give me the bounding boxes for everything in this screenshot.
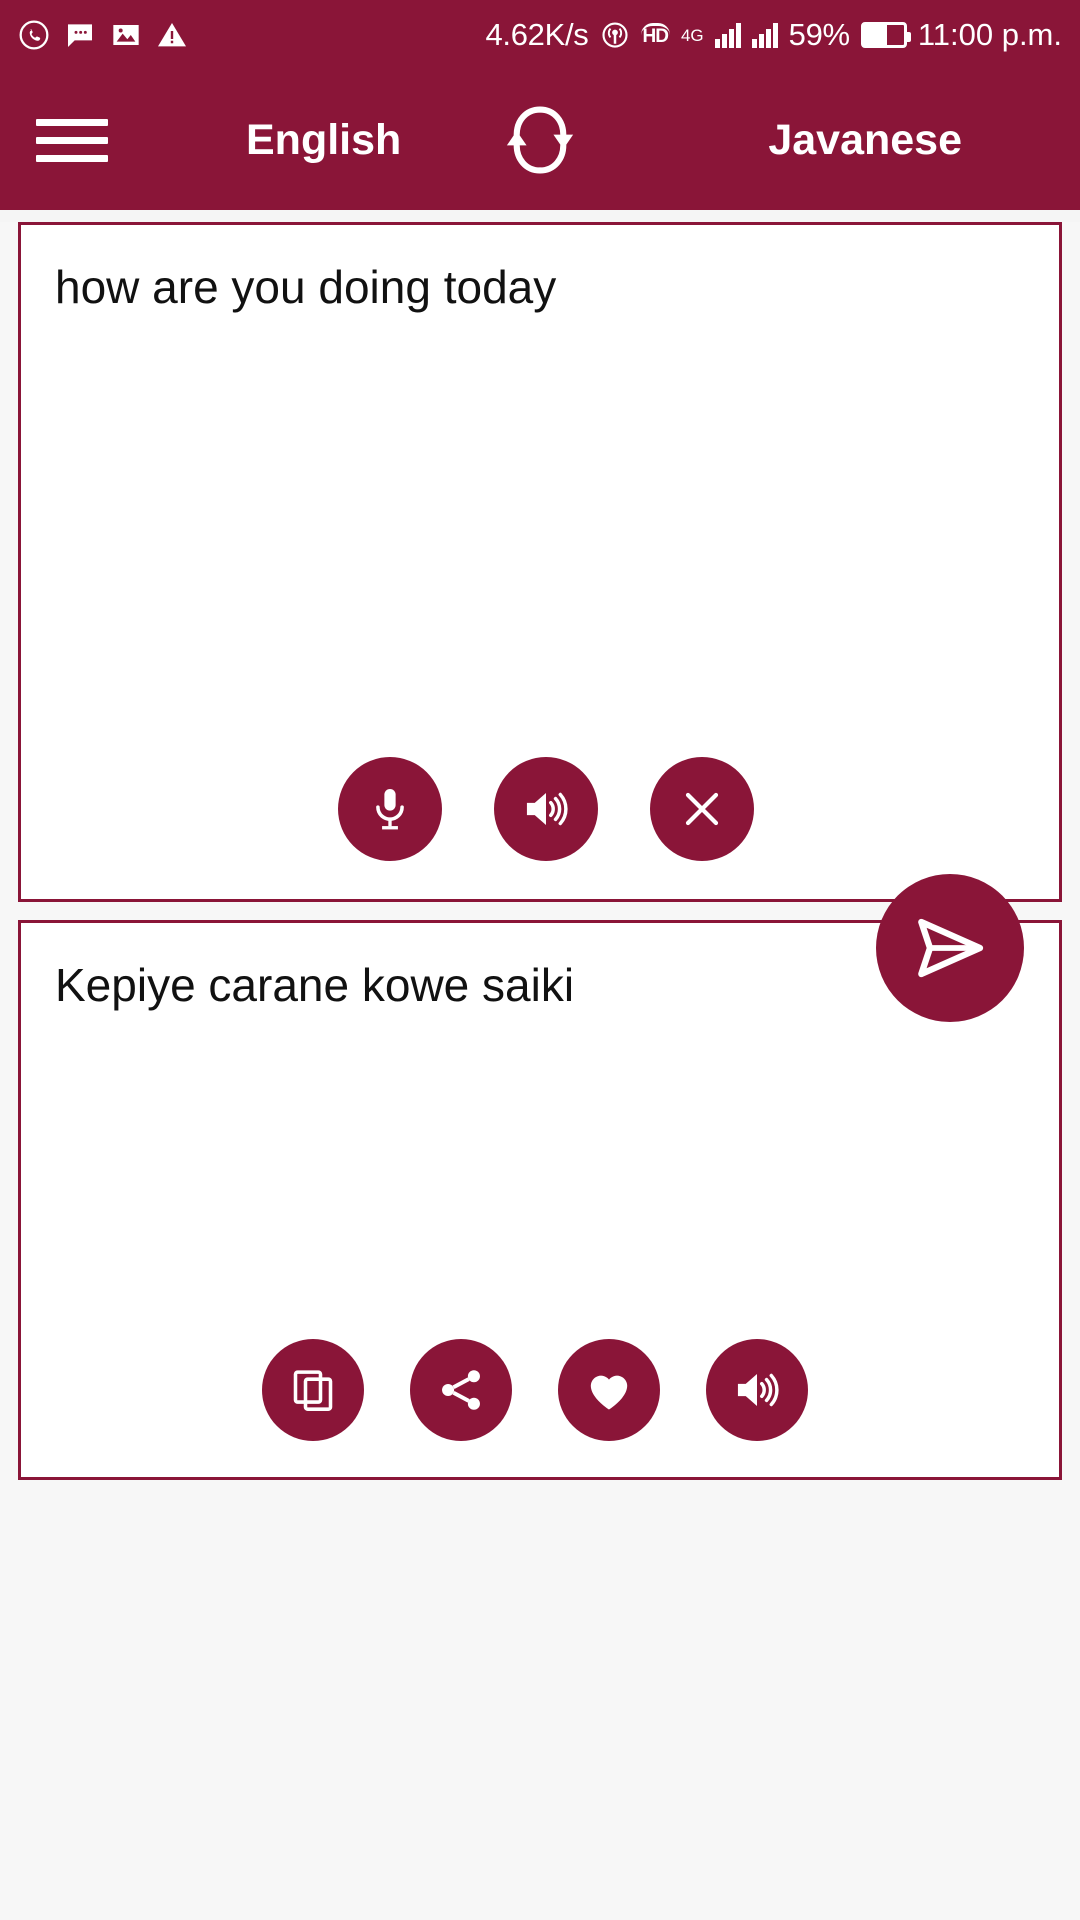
translator-body: how are you doing today Kepiye carane ko… xyxy=(0,222,1080,1920)
clear-text-button[interactable] xyxy=(650,757,754,861)
swap-languages-icon[interactable] xyxy=(494,94,586,186)
signal-bars-sim2 xyxy=(751,22,778,48)
battery-icon xyxy=(860,22,911,48)
speak-target-button[interactable] xyxy=(706,1339,808,1441)
network-type-label: 4G xyxy=(680,25,704,45)
target-language-label[interactable]: Javanese xyxy=(768,116,962,165)
battery-percent-label: 59% xyxy=(788,17,850,52)
hamburger-menu-icon[interactable] xyxy=(36,109,108,171)
microphone-button[interactable] xyxy=(338,757,442,861)
share-button[interactable] xyxy=(410,1339,512,1441)
speak-source-button[interactable] xyxy=(494,757,598,861)
hotspot-icon xyxy=(600,20,630,50)
send-button[interactable] xyxy=(876,874,1024,1022)
target-action-row xyxy=(21,1339,1059,1441)
whatsapp-icon xyxy=(18,19,50,51)
source-text-card[interactable]: how are you doing today xyxy=(18,222,1062,902)
message-icon xyxy=(64,19,96,51)
source-text[interactable]: how are you doing today xyxy=(21,225,1059,317)
source-action-row xyxy=(21,757,1059,861)
warning-icon xyxy=(156,19,188,51)
status-bar: 4.62K/s HD 4G 59% 11:00 p.m. xyxy=(0,0,1080,70)
source-language-label[interactable]: English xyxy=(246,116,401,165)
hd-badge: HD xyxy=(640,23,670,47)
signal-bars-sim1 xyxy=(714,22,741,48)
copy-button[interactable] xyxy=(262,1339,364,1441)
image-icon xyxy=(110,19,142,51)
status-bar-left-icons xyxy=(18,19,188,51)
app-bar: English Javanese xyxy=(0,70,1080,210)
favorite-button[interactable] xyxy=(558,1339,660,1441)
clock-label: 11:00 p.m. xyxy=(917,17,1062,52)
status-bar-right-icons: 4.62K/s HD 4G 59% 11:00 p.m. xyxy=(485,17,1062,53)
network-speed-label: 4.62K/s xyxy=(485,17,589,52)
